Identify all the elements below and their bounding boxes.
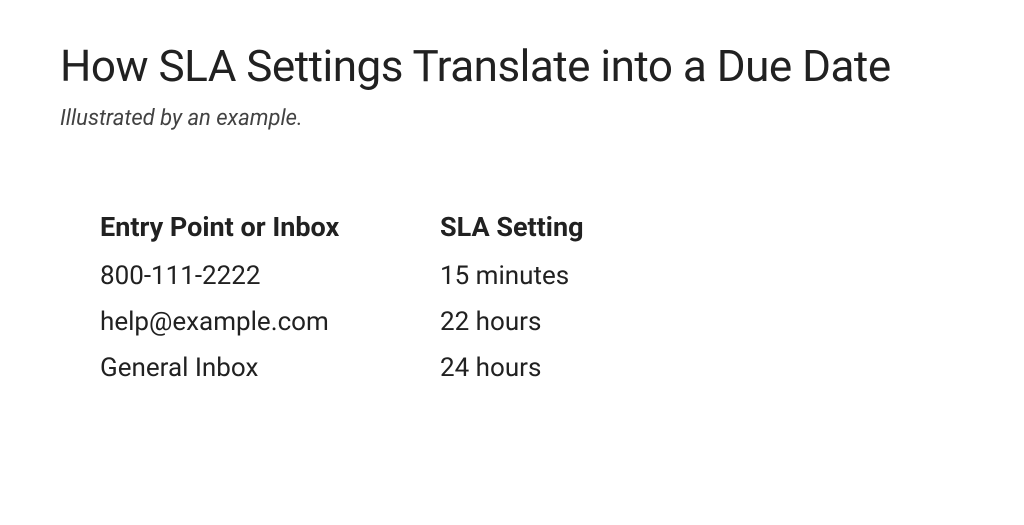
table-header-entry: Entry Point or Inbox bbox=[100, 211, 440, 261]
table-cell-sla: 22 hours bbox=[440, 307, 700, 353]
table-header-sla: SLA Setting bbox=[440, 211, 700, 261]
table-row: help@example.com 22 hours bbox=[100, 307, 700, 353]
table-row: General Inbox 24 hours bbox=[100, 353, 700, 399]
table-cell-entry: 800-111-2222 bbox=[100, 261, 440, 307]
table-cell-sla: 15 minutes bbox=[440, 261, 700, 307]
page-title: How SLA Settings Translate into a Due Da… bbox=[60, 40, 964, 92]
table-header-row: Entry Point or Inbox SLA Setting bbox=[100, 211, 700, 261]
page-subtitle: Illustrated by an example. bbox=[60, 106, 964, 131]
table-cell-entry: help@example.com bbox=[100, 307, 440, 353]
table-cell-entry: General Inbox bbox=[100, 353, 440, 399]
table-cell-sla: 24 hours bbox=[440, 353, 700, 399]
sla-table: Entry Point or Inbox SLA Setting 800-111… bbox=[100, 211, 700, 399]
table-row: 800-111-2222 15 minutes bbox=[100, 261, 700, 307]
